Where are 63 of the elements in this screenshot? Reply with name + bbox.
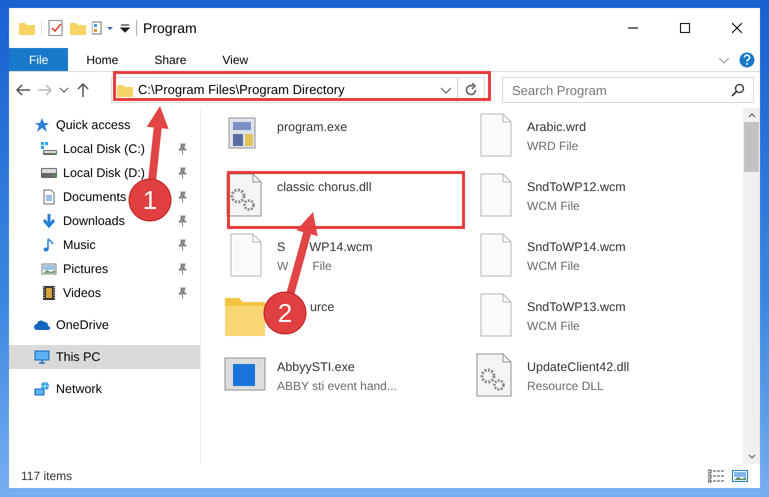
maximize-icon — [680, 23, 690, 33]
search-icon — [731, 83, 745, 97]
drive-icon — [41, 141, 57, 157]
close-icon — [732, 23, 742, 33]
picture-icon — [41, 261, 57, 277]
download-icon — [41, 213, 57, 229]
item-count: 117 items — [21, 468, 72, 485]
file-type[interactable]: File — [312, 258, 332, 273]
sidebar-item[interactable]: Quick access — [34, 116, 130, 134]
file-type[interactable]: WCM File — [527, 318, 580, 333]
ribbon-tab[interactable]: Home — [68, 48, 136, 71]
sidebar-item[interactable]: Local Disk (D:) — [41, 164, 145, 182]
file-name[interactable]: program.exe — [277, 120, 348, 134]
thumbnail-view-icon[interactable] — [732, 469, 748, 483]
sidebar-item[interactable]: Downloads — [41, 212, 125, 230]
details-view-icon[interactable] — [708, 469, 724, 483]
file-type[interactable]: WCM File — [527, 198, 580, 213]
search-field[interactable]: Search Program — [502, 77, 754, 103]
file-name[interactable]: urce — [310, 300, 334, 314]
network-icon — [34, 381, 50, 397]
file-name[interactable]: UpdateClient42.dll — [527, 360, 630, 374]
window-title: Program — [143, 18, 197, 38]
checklist-icon[interactable] — [48, 20, 64, 36]
file-name[interactable]: WP14.wcm — [309, 240, 373, 254]
step-number: 1 — [142, 185, 158, 215]
sidebar-item[interactable]: Videos — [41, 284, 101, 302]
file-name[interactable]: SndToWP14.wcm — [527, 240, 626, 254]
sidebar-item[interactable]: Network — [34, 380, 102, 398]
back-icon[interactable] — [15, 82, 31, 98]
folder-icon — [117, 83, 133, 97]
sidebar-item[interactable]: Local Disk (C:) — [41, 140, 145, 158]
file-type[interactable]: WRD File — [527, 138, 578, 153]
file-type[interactable]: W — [277, 258, 288, 273]
folder-icon — [19, 21, 35, 35]
step-number: 2 — [278, 298, 292, 328]
scroll-thumb[interactable] — [744, 122, 759, 172]
sidebar-item[interactable]: Music — [41, 236, 96, 254]
sidebar-item[interactable]: Documents — [41, 188, 126, 206]
file-name[interactable]: SndToWP13.wcm — [527, 300, 626, 314]
scrollbar[interactable] — [743, 108, 760, 464]
file-name[interactable]: Arabic.wrd — [527, 120, 586, 134]
ribbon-tab[interactable]: View — [204, 48, 266, 71]
monitor-icon — [34, 349, 50, 365]
file-name[interactable]: classic chorus.dll — [277, 180, 372, 194]
file-menu-button[interactable]: File — [9, 48, 68, 71]
film-icon — [41, 285, 57, 301]
file-type[interactable]: WCM File — [527, 258, 580, 273]
properties-icon[interactable] — [92, 21, 114, 35]
file-name[interactable]: SndToWP12.wcm — [527, 180, 626, 194]
refresh-icon[interactable] — [464, 83, 478, 97]
star-icon — [34, 117, 50, 133]
sidebar-item[interactable]: OneDrive — [34, 316, 109, 334]
customize-icon[interactable] — [120, 23, 130, 33]
file-name[interactable]: AbbyySTI.exe — [277, 360, 355, 374]
drive-icon — [41, 165, 57, 181]
document-icon — [41, 189, 57, 205]
up-icon[interactable] — [75, 82, 91, 98]
file-type[interactable]: Resource DLL — [527, 378, 604, 393]
ribbon-tab[interactable]: Share — [136, 48, 204, 71]
address-bar[interactable]: C:\Program Files\Program Directory — [111, 77, 485, 103]
file-type[interactable]: ABBY sti event hand... — [277, 378, 397, 393]
file-name[interactable]: S — [277, 240, 286, 254]
sidebar-item[interactable]: Pictures — [41, 260, 108, 278]
